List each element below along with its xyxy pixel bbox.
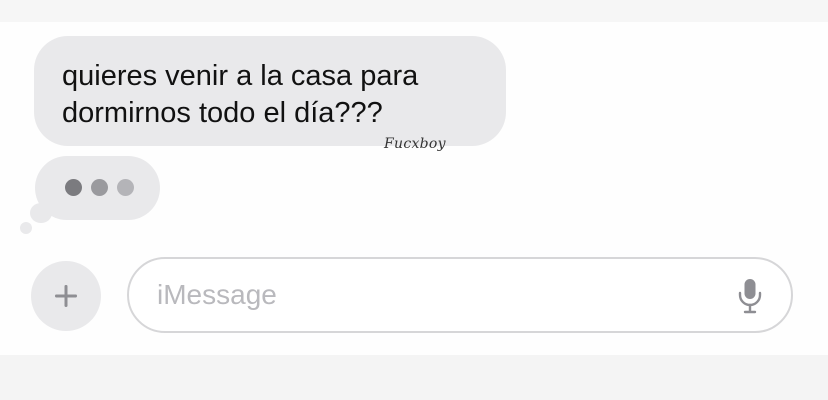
microphone-icon[interactable]	[737, 277, 763, 315]
typing-dot	[65, 179, 82, 196]
typing-bubble-tail-small	[20, 222, 32, 234]
input-placeholder: iMessage	[157, 279, 277, 310]
typing-dot	[91, 179, 108, 196]
plus-icon	[55, 285, 77, 307]
watermark: Fucxboy	[384, 136, 446, 152]
incoming-message-text: quieres venir a la casa para dormirnos t…	[62, 60, 419, 129]
bottom-bar	[0, 355, 828, 400]
top-bar	[0, 0, 828, 22]
imessage-input[interactable]: iMessage	[127, 257, 793, 333]
incoming-message-bubble: quieres venir a la casa para dormirnos t…	[34, 36, 506, 146]
typing-dot	[117, 179, 134, 196]
add-attachment-button[interactable]	[31, 261, 101, 331]
